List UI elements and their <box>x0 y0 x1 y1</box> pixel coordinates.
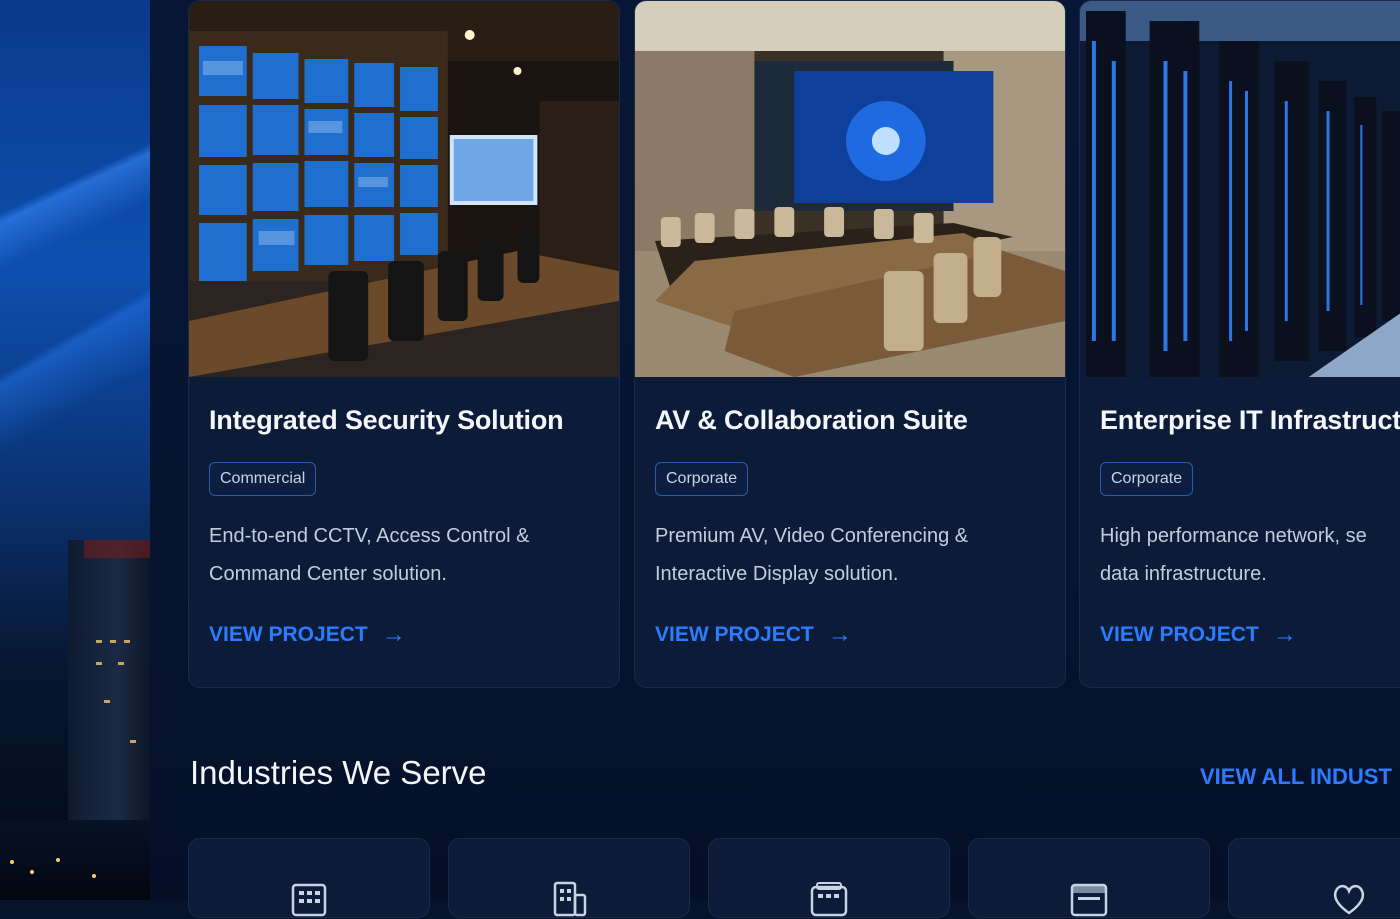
project-description: Premium AV, Video Conferencing & Interac… <box>655 517 1055 593</box>
conference-room-photo <box>635 1 1065 377</box>
section-title: Industries We Serve <box>190 754 487 791</box>
view-project-link[interactable]: VIEW PROJECT → <box>1100 623 1297 647</box>
description-line: Premium AV, Video Conferencing & <box>655 525 969 547</box>
window-light <box>124 640 130 643</box>
project-card-it[interactable]: Enterprise IT Infrastructure Corporate H… <box>1079 0 1400 688</box>
industry-card[interactable] <box>448 838 690 918</box>
hospital-icon <box>809 879 849 917</box>
category-badge: Corporate <box>655 462 749 496</box>
project-title: Integrated Security Solution <box>209 405 564 435</box>
view-project-link[interactable]: VIEW PROJECT → <box>655 623 852 647</box>
street-light <box>10 860 14 864</box>
street-light <box>92 874 96 878</box>
server-room-photo <box>1080 1 1400 377</box>
industry-card[interactable] <box>1228 838 1400 918</box>
street-light <box>30 870 34 874</box>
view-project-link[interactable]: VIEW PROJECT → <box>209 623 406 647</box>
project-title: AV & Collaboration Suite <box>655 405 968 435</box>
street-light <box>56 858 60 862</box>
description-line: End-to-end CCTV, Access Control & <box>209 525 530 547</box>
view-project-label: VIEW PROJECT <box>1100 623 1259 646</box>
window-light <box>104 700 110 703</box>
project-description: End-to-end CCTV, Access Control & Comman… <box>209 517 609 593</box>
category-badge: Corporate <box>1100 462 1194 496</box>
hero-background-image <box>0 0 150 900</box>
window-light <box>96 662 102 665</box>
window-light <box>96 640 102 643</box>
heart-icon <box>1329 879 1369 915</box>
industry-card[interactable] <box>708 838 950 918</box>
office-icon <box>549 879 589 917</box>
arrow-right-icon: → <box>1272 621 1297 648</box>
project-card-av[interactable]: AV & Collaboration Suite Corporate Premi… <box>634 0 1066 688</box>
city-ground <box>0 820 150 900</box>
arrow-right-icon: → <box>827 621 852 648</box>
project-description: High performance network, se data infras… <box>1100 517 1400 593</box>
description-line: Interactive Display solution. <box>655 563 899 585</box>
industry-card[interactable] <box>968 838 1210 918</box>
view-project-label: VIEW PROJECT <box>209 623 368 646</box>
view-all-industries-link[interactable]: VIEW ALL INDUST <box>1200 764 1392 790</box>
window-light <box>118 662 124 665</box>
category-badge: Commercial <box>209 462 317 496</box>
description-line: High performance network, se <box>1100 525 1367 547</box>
view-project-label: VIEW PROJECT <box>655 623 814 646</box>
window-light <box>130 740 136 743</box>
security-control-room-photo <box>189 1 619 377</box>
building-icon <box>289 879 329 917</box>
description-line: data infrastructure. <box>1100 563 1267 585</box>
store-icon <box>1069 879 1109 917</box>
arrow-right-icon: → <box>381 621 406 648</box>
window-light <box>110 640 116 643</box>
description-line: Command Center solution. <box>209 563 447 585</box>
project-card-security[interactable]: Integrated Security Solution Commercial … <box>188 0 620 688</box>
industry-card[interactable] <box>188 838 430 918</box>
skyscraper-top <box>84 540 150 558</box>
project-title: Enterprise IT Infrastructure <box>1100 405 1400 435</box>
